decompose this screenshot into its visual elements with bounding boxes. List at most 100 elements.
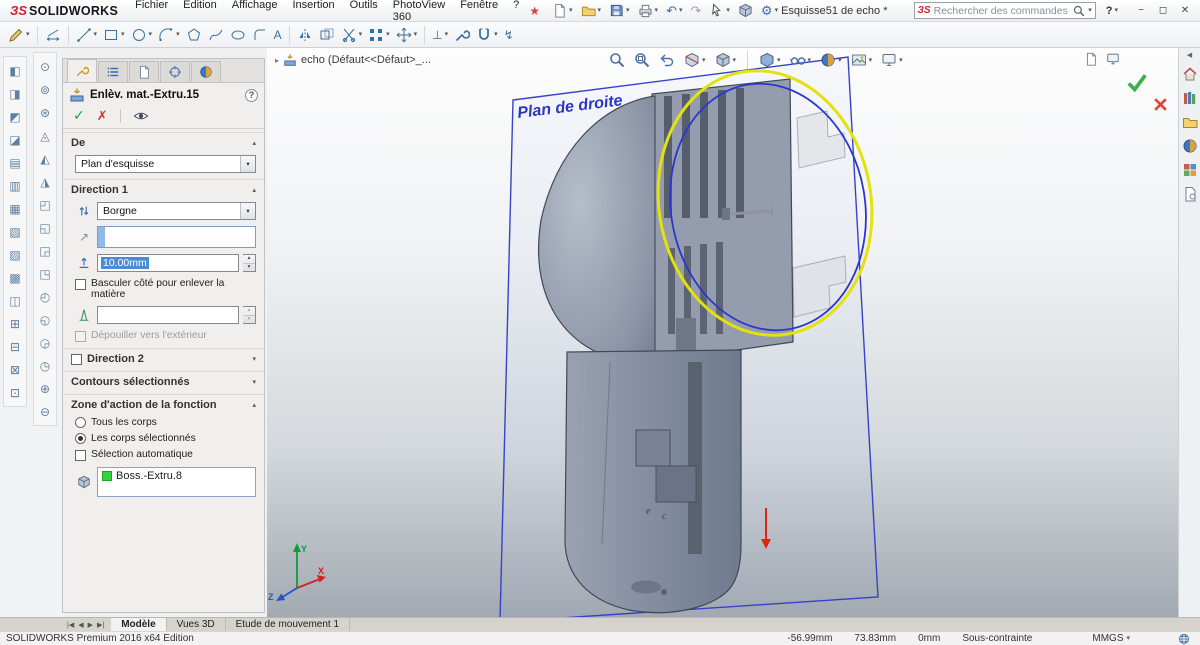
screw-head[interactable] (722, 208, 730, 220)
left-tool-button[interactable]: ▤ (5, 152, 25, 173)
left-tool-button[interactable]: ◱ (35, 217, 55, 238)
radio-circle[interactable] (75, 417, 86, 428)
left-tool-button[interactable]: ⊟ (5, 336, 25, 357)
move-entities-button[interactable]: ▾ (393, 24, 421, 46)
redo-button[interactable]: ↷ (687, 3, 704, 18)
custom-properties-button[interactable] (1181, 185, 1199, 203)
save-button[interactable]: ▾ (606, 2, 633, 19)
zoom-fit-button[interactable] (607, 51, 627, 69)
sketch-button[interactable]: ▾ (5, 24, 33, 46)
graphics-viewport[interactable]: Plan de droite (267, 48, 1178, 617)
previous-view-button[interactable] (657, 51, 677, 69)
bodies-list[interactable]: Boss.-Extru.8 (97, 467, 256, 497)
left-tool-button[interactable]: ⊖ (35, 401, 55, 422)
left-tool-button[interactable]: ⊡ (5, 382, 25, 403)
left-tool-button[interactable]: ◷ (35, 355, 55, 376)
group-feature-scope-header[interactable]: Zone d'action de la fonction▴ (63, 394, 264, 414)
combo-dropdown-icon[interactable]: ▾ (240, 156, 255, 172)
left-tool-button[interactable]: ⊞ (5, 313, 25, 334)
spline-tool-button[interactable] (205, 24, 227, 46)
quick-snaps-button[interactable]: ▾ (473, 24, 501, 46)
line-tool-button[interactable]: ▾ (73, 24, 101, 46)
left-tool-button[interactable]: ◲ (35, 240, 55, 261)
model-slot[interactable] (688, 362, 702, 554)
minimize-button[interactable]: − (1130, 3, 1152, 19)
section-view-button[interactable]: ▾ (682, 51, 708, 69)
view-palette-button[interactable] (1181, 161, 1199, 179)
left-tool-button[interactable]: ◰ (35, 194, 55, 215)
hide-show-items-button[interactable]: ▾ (788, 51, 814, 69)
preview-eye-icon[interactable] (133, 108, 149, 124)
file-explorer-button[interactable] (1181, 113, 1199, 131)
model-block[interactable] (656, 466, 696, 502)
left-tool-button[interactable]: ◬ (35, 125, 55, 146)
tab-display-manager[interactable] (191, 61, 221, 82)
search-scope-icon[interactable]: ЗS (918, 5, 931, 16)
draft-spinner[interactable]: ▴▾ (243, 306, 256, 324)
left-tool-button[interactable]: ⊕ (35, 378, 55, 399)
rectangle-tool-button[interactable]: ▾ (100, 24, 128, 46)
options-button[interactable]: ⚙▾ (758, 3, 781, 18)
left-tool-button[interactable]: ▦ (5, 198, 25, 219)
search-input[interactable] (934, 5, 1071, 17)
repair-sketch-button[interactable] (451, 24, 473, 46)
menu-photoview[interactable]: PhotoView 360 (386, 0, 452, 25)
help-icon[interactable]: ? (245, 89, 258, 102)
left-tool-button[interactable]: ◳ (35, 263, 55, 284)
spin-up-icon[interactable]: ▴ (243, 307, 255, 315)
model-hole[interactable] (661, 589, 667, 595)
rapid-sketch-button[interactable]: ↯ (501, 24, 517, 46)
all-bodies-radio[interactable]: Tous les corps (63, 414, 264, 430)
left-tool-button[interactable]: ◶ (35, 332, 55, 353)
model-handle-body[interactable] (565, 350, 741, 613)
ok-button[interactable]: ✓ (73, 107, 85, 124)
left-tool-button[interactable]: ▩ (5, 267, 25, 288)
mirror-entities-button[interactable] (294, 24, 316, 46)
smart-dimension-button[interactable] (42, 24, 64, 46)
tab-motion-study[interactable]: Etude de mouvement 1 (226, 618, 350, 631)
menu-outils[interactable]: Outils (343, 0, 385, 25)
new-document-button[interactable]: ▾ (549, 2, 576, 19)
tab-3d-views[interactable]: Vues 3D (167, 618, 226, 631)
end-condition-combo[interactable]: Borgne ▾ (97, 202, 256, 220)
last-tab-button[interactable]: ▶| (96, 621, 105, 629)
design-library-button[interactable] (1181, 89, 1199, 107)
polygon-tool-button[interactable] (183, 24, 205, 46)
command-search-box[interactable]: ЗS ▾ (914, 2, 1096, 19)
left-tool-button[interactable]: ▧ (5, 221, 25, 242)
resources-button[interactable] (1181, 65, 1199, 83)
tab-model[interactable]: Modèle (111, 618, 166, 631)
next-tab-button[interactable]: ▶ (87, 621, 94, 629)
radio-circle-selected[interactable] (75, 433, 86, 444)
start-condition-combo[interactable]: Plan d'esquisse ▾ (75, 155, 256, 173)
checkbox-box[interactable] (75, 450, 86, 461)
search-caret-icon[interactable]: ▾ (1088, 7, 1092, 14)
checkbox-box[interactable] (75, 279, 86, 290)
left-tool-button[interactable]: ◧ (5, 60, 25, 81)
flip-side-checkbox[interactable]: Basculer côté pour enlever la matière (63, 275, 264, 303)
left-tool-button[interactable]: ◨ (5, 83, 25, 104)
list-item[interactable]: Boss.-Extru.8 (99, 469, 254, 483)
rebuild-button[interactable] (735, 2, 756, 19)
menu-affichage[interactable]: Affichage (225, 0, 285, 25)
expand-arrow-icon[interactable]: ▸ (275, 56, 279, 65)
direction2-checkbox[interactable] (71, 354, 82, 365)
left-tool-button[interactable]: ◪ (5, 129, 25, 150)
display-relations-button[interactable]: ⊥▾ (429, 24, 451, 46)
fillet-tool-button[interactable] (249, 24, 271, 46)
circle-tool-button[interactable]: ▾ (128, 24, 156, 46)
apply-scene-button[interactable]: ▾ (849, 51, 875, 69)
confirmation-cancel-button[interactable] (1151, 95, 1170, 114)
tab-property-manager[interactable] (67, 59, 97, 82)
help-button[interactable]: ?▾ (1106, 5, 1118, 17)
cancel-button[interactable]: ✗ (97, 108, 108, 124)
arc-tool-button[interactable]: ▾ (155, 24, 183, 46)
draft-angle-input[interactable] (97, 306, 239, 324)
appearances-button[interactable] (1181, 137, 1199, 155)
edit-appearance-button[interactable]: ▾ (818, 51, 844, 69)
menu-aide[interactable]: ? (506, 0, 526, 25)
group-direction1-header[interactable]: Direction 1▴ (63, 179, 264, 199)
group-selected-contours-header[interactable]: Contours sélectionnés▾ (63, 371, 264, 391)
left-tool-button[interactable]: ▨ (5, 244, 25, 265)
model-block[interactable] (636, 430, 670, 466)
